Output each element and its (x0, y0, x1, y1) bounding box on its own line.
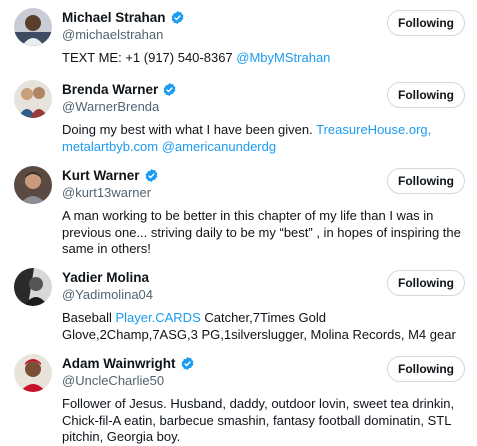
user-name[interactable]: Michael Strahan (62, 10, 166, 25)
user-bio: Follower of Jesus. Husband, daddy, outdo… (62, 396, 455, 445)
user-handle: @UncleCharlie50 (62, 373, 165, 388)
user-name[interactable]: Adam Wainwright (62, 356, 176, 371)
following-button[interactable]: Following (387, 82, 465, 108)
user-name-line[interactable]: Michael Strahan (62, 8, 185, 26)
avatar[interactable] (14, 166, 52, 204)
bio-text: TEXT ME: +1 (917) 540-8367 (62, 50, 237, 65)
user-bio: TEXT ME: +1 (917) 540-8367 @MbyMStrahan (62, 50, 464, 67)
avatar-image (14, 268, 52, 306)
following-button[interactable]: Following (387, 168, 465, 194)
following-button[interactable]: Following (387, 270, 465, 296)
following-button[interactable]: Following (387, 356, 465, 382)
verified-badge-icon (162, 82, 177, 97)
avatar[interactable] (14, 8, 52, 46)
verified-badge-icon (180, 356, 195, 371)
verified-badge-icon (170, 10, 185, 25)
user-row[interactable]: Brenda Warner @WarnerBrenda Doing my bes… (0, 80, 477, 155)
bio-url-link[interactable]: TreasureHouse.org, (316, 122, 431, 137)
user-handle: @michaelstrahan (62, 27, 164, 42)
user-name[interactable]: Yadier Molina (62, 270, 149, 285)
avatar-image (14, 354, 52, 392)
following-list: Michael Strahan @michaelstrahan TEXT ME:… (0, 0, 477, 446)
user-name-line[interactable]: Yadier Molina (62, 268, 149, 286)
avatar-image (14, 166, 52, 204)
user-row[interactable]: Yadier Molina @Yadimolina04 Baseball Pla… (0, 268, 477, 343)
user-name-line[interactable]: Kurt Warner (62, 166, 159, 184)
avatar-image (14, 8, 52, 46)
user-handle: @kurt13warner (62, 185, 152, 200)
user-handle: @Yadimolina04 (62, 287, 154, 302)
user-row[interactable]: Michael Strahan @michaelstrahan TEXT ME:… (0, 8, 477, 70)
user-handle: @WarnerBrenda (62, 99, 160, 114)
user-row[interactable]: Adam Wainwright @UncleCharlie50 Follower… (0, 354, 477, 444)
bio-text: Doing my best with what I have been give… (62, 122, 317, 137)
user-name-line[interactable]: Brenda Warner (62, 80, 177, 98)
avatar[interactable] (14, 80, 52, 118)
bio-mention-link[interactable]: @MbyMStrahan (236, 50, 330, 65)
following-button[interactable]: Following (387, 10, 465, 36)
user-bio: Baseball Player.CARDS Catcher,7Times Gol… (62, 310, 464, 343)
user-name[interactable]: Brenda Warner (62, 82, 158, 97)
verified-badge-icon (144, 168, 159, 183)
avatar[interactable] (14, 268, 52, 306)
user-name-line[interactable]: Adam Wainwright (62, 354, 195, 372)
bio-text: Baseball (62, 310, 116, 325)
user-bio: A man working to be better in this chapt… (62, 208, 461, 257)
user-row[interactable]: Kurt Warner @kurt13warner A man working … (0, 166, 477, 256)
avatar[interactable] (14, 354, 52, 392)
bio-mention-link[interactable]: @americanunderdg (162, 139, 276, 154)
user-bio: Doing my best with what I have been give… (62, 122, 464, 155)
avatar-image (14, 80, 52, 118)
bio-url-link[interactable]: Player.CARDS (115, 310, 200, 325)
bio-url-link[interactable]: metalartbyb.com (62, 139, 158, 154)
user-name[interactable]: Kurt Warner (62, 168, 140, 183)
